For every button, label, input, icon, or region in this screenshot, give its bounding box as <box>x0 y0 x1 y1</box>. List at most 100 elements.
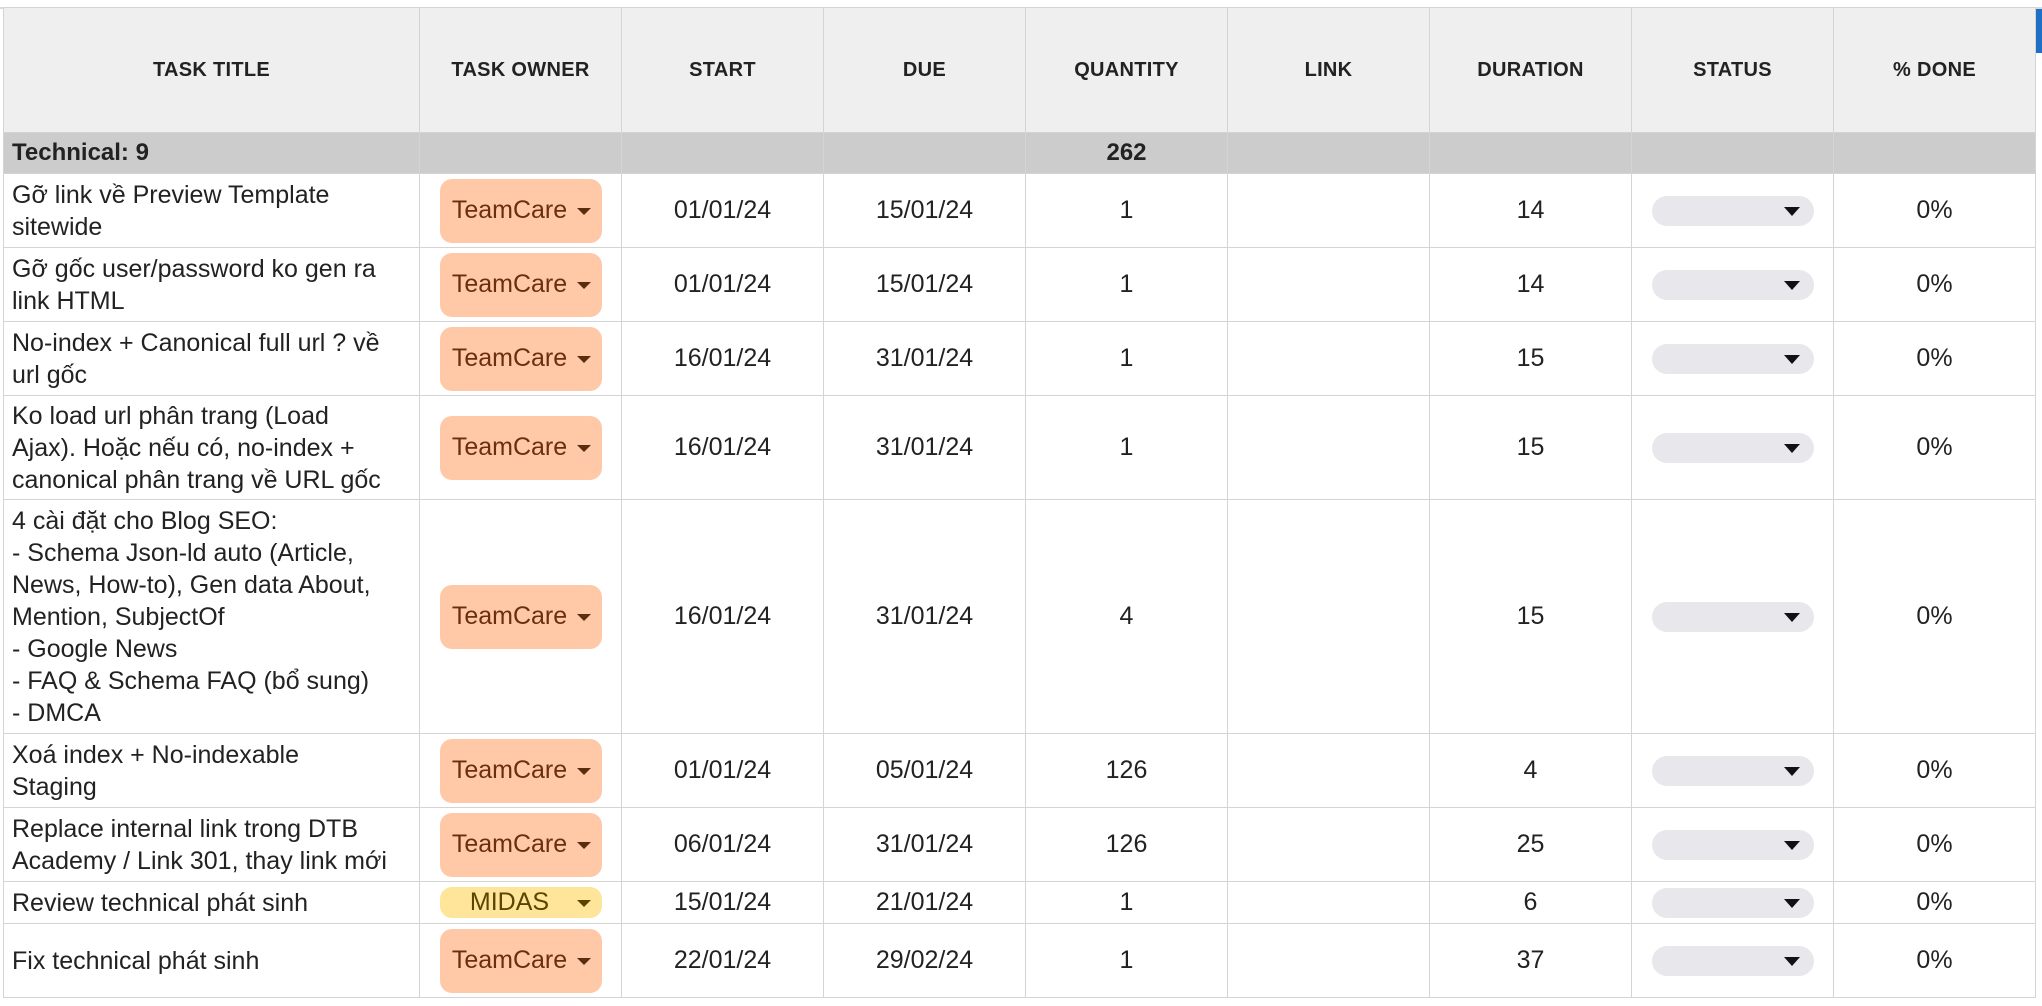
start-date-cell[interactable]: 16/01/24 <box>621 499 824 734</box>
quantity-cell[interactable]: 1 <box>1025 173 1228 248</box>
header-task-title[interactable]: TASK TITLE <box>3 7 420 133</box>
start-date-cell[interactable]: 15/01/24 <box>621 881 824 924</box>
due-date-cell[interactable]: 31/01/24 <box>823 395 1026 500</box>
duration-cell[interactable]: 14 <box>1429 247 1632 322</box>
group-cell[interactable] <box>419 132 622 174</box>
percent-done-cell[interactable]: 0% <box>1833 923 2036 998</box>
start-date-cell[interactable]: 01/01/24 <box>621 247 824 322</box>
quantity-cell[interactable]: 1 <box>1025 881 1228 924</box>
task-owner-cell[interactable]: TeamCare <box>419 923 622 998</box>
due-date-cell[interactable]: 15/01/24 <box>823 173 1026 248</box>
duration-cell[interactable]: 37 <box>1429 923 1632 998</box>
task-owner-cell[interactable]: TeamCare <box>419 807 622 882</box>
status-cell[interactable] <box>1631 395 1834 500</box>
header-duration[interactable]: DURATION <box>1429 7 1632 133</box>
header-start[interactable]: START <box>621 7 824 133</box>
due-date-cell[interactable]: 21/01/24 <box>823 881 1026 924</box>
header-percent-done[interactable]: % DONE <box>1833 7 2036 133</box>
group-cell[interactable] <box>1227 132 1430 174</box>
status-cell[interactable] <box>1631 807 1834 882</box>
quantity-cell[interactable]: 1 <box>1025 247 1228 322</box>
task-title-cell[interactable]: Replace internal link trong DTB Academy … <box>3 807 420 882</box>
status-dropdown[interactable] <box>1651 829 1814 860</box>
status-dropdown[interactable] <box>1651 343 1814 374</box>
group-quantity-total[interactable]: 262 <box>1025 132 1228 174</box>
percent-done-cell[interactable]: 0% <box>1833 881 2036 924</box>
group-cell[interactable] <box>1833 132 2036 174</box>
link-cell[interactable] <box>1227 881 1430 924</box>
percent-done-cell[interactable]: 0% <box>1833 733 2036 808</box>
task-title-cell[interactable]: Review technical phát sinh <box>3 881 420 924</box>
task-owner-cell[interactable]: TeamCare <box>419 499 622 734</box>
quantity-cell[interactable]: 1 <box>1025 395 1228 500</box>
link-cell[interactable] <box>1227 395 1430 500</box>
quantity-cell[interactable]: 1 <box>1025 923 1228 998</box>
duration-cell[interactable]: 14 <box>1429 173 1632 248</box>
column-scroll-indicator[interactable] <box>2036 9 2042 53</box>
task-owner-cell[interactable]: TeamCare <box>419 247 622 322</box>
link-cell[interactable] <box>1227 499 1430 734</box>
start-date-cell[interactable]: 22/01/24 <box>621 923 824 998</box>
quantity-cell[interactable]: 126 <box>1025 733 1228 808</box>
percent-done-cell[interactable]: 0% <box>1833 807 2036 882</box>
header-quantity[interactable]: QUANTITY <box>1025 7 1228 133</box>
duration-cell[interactable]: 4 <box>1429 733 1632 808</box>
status-cell[interactable] <box>1631 733 1834 808</box>
status-cell[interactable] <box>1631 499 1834 734</box>
owner-chip-dropdown[interactable]: TeamCare <box>439 928 602 993</box>
start-date-cell[interactable]: 06/01/24 <box>621 807 824 882</box>
percent-done-cell[interactable]: 0% <box>1833 247 2036 322</box>
header-status[interactable]: STATUS <box>1631 7 1834 133</box>
due-date-cell[interactable]: 29/02/24 <box>823 923 1026 998</box>
owner-chip-dropdown[interactable]: TeamCare <box>439 252 602 317</box>
task-title-cell[interactable]: Gỡ gốc user/password ko gen ra link HTML <box>3 247 420 322</box>
owner-chip-dropdown[interactable]: TeamCare <box>439 415 602 480</box>
task-owner-cell[interactable]: TeamCare <box>419 173 622 248</box>
group-cell[interactable] <box>1429 132 1632 174</box>
status-dropdown[interactable] <box>1651 432 1814 463</box>
status-dropdown[interactable] <box>1651 755 1814 786</box>
start-date-cell[interactable]: 01/01/24 <box>621 173 824 248</box>
percent-done-cell[interactable]: 0% <box>1833 173 2036 248</box>
start-date-cell[interactable]: 16/01/24 <box>621 395 824 500</box>
duration-cell[interactable]: 15 <box>1429 321 1632 396</box>
link-cell[interactable] <box>1227 923 1430 998</box>
owner-chip-dropdown[interactable]: TeamCare <box>439 326 602 391</box>
status-cell[interactable] <box>1631 321 1834 396</box>
start-date-cell[interactable]: 16/01/24 <box>621 321 824 396</box>
due-date-cell[interactable]: 31/01/24 <box>823 499 1026 734</box>
duration-cell[interactable]: 15 <box>1429 499 1632 734</box>
quantity-cell[interactable]: 4 <box>1025 499 1228 734</box>
percent-done-cell[interactable]: 0% <box>1833 321 2036 396</box>
group-cell[interactable] <box>1631 132 1834 174</box>
status-cell[interactable] <box>1631 923 1834 998</box>
task-owner-cell[interactable]: TeamCare <box>419 321 622 396</box>
task-title-cell[interactable]: Xoá index + No-indexable Staging <box>3 733 420 808</box>
duration-cell[interactable]: 25 <box>1429 807 1632 882</box>
due-date-cell[interactable]: 31/01/24 <box>823 807 1026 882</box>
duration-cell[interactable]: 6 <box>1429 881 1632 924</box>
link-cell[interactable] <box>1227 733 1430 808</box>
percent-done-cell[interactable]: 0% <box>1833 499 2036 734</box>
percent-done-cell[interactable]: 0% <box>1833 395 2036 500</box>
task-title-cell[interactable]: Fix technical phát sinh <box>3 923 420 998</box>
status-cell[interactable] <box>1631 881 1834 924</box>
due-date-cell[interactable]: 05/01/24 <box>823 733 1026 808</box>
due-date-cell[interactable]: 31/01/24 <box>823 321 1026 396</box>
owner-chip-dropdown[interactable]: MIDAS <box>439 887 602 918</box>
task-title-cell[interactable]: Ko load url phân trang (Load Ajax). Hoặc… <box>3 395 420 500</box>
link-cell[interactable] <box>1227 173 1430 248</box>
status-cell[interactable] <box>1631 173 1834 248</box>
task-owner-cell[interactable]: TeamCare <box>419 395 622 500</box>
task-title-cell[interactable]: Gỡ link về Preview Template sitewide <box>3 173 420 248</box>
task-title-cell[interactable]: No-index + Canonical full url ? về url g… <box>3 321 420 396</box>
link-cell[interactable] <box>1227 321 1430 396</box>
status-dropdown[interactable] <box>1651 195 1814 226</box>
duration-cell[interactable]: 15 <box>1429 395 1632 500</box>
header-link[interactable]: LINK <box>1227 7 1430 133</box>
quantity-cell[interactable]: 126 <box>1025 807 1228 882</box>
link-cell[interactable] <box>1227 807 1430 882</box>
task-title-cell[interactable]: 4 cài đặt cho Blog SEO: - Schema Json-ld… <box>3 499 420 734</box>
owner-chip-dropdown[interactable]: TeamCare <box>439 812 602 877</box>
header-due[interactable]: DUE <box>823 7 1026 133</box>
